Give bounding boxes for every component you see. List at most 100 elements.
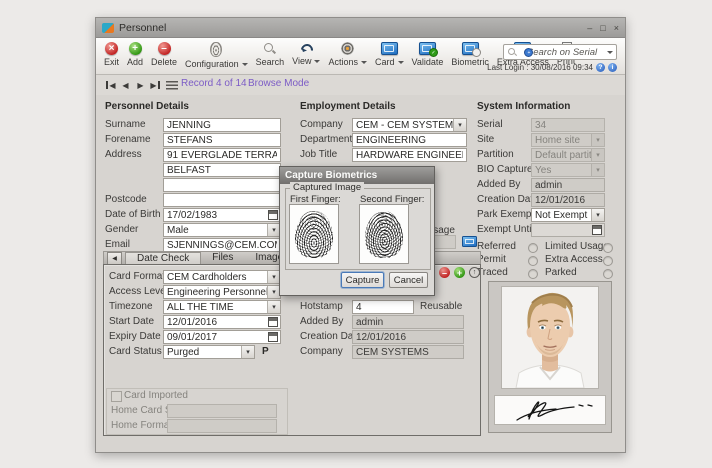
photo-panel (488, 281, 612, 433)
configuration-button[interactable]: Configuration (181, 41, 252, 70)
serial-search-combobox[interactable]: Search on Serial (503, 44, 617, 60)
exempt-until-label: Exempt Until (477, 224, 534, 235)
gender-select[interactable]: Male ▾ (163, 223, 281, 237)
toolbar: × Exit + Add – Delete Configuration Sear… (96, 38, 625, 75)
bio-captured-label: BIO Captured (477, 164, 538, 175)
capture-button[interactable]: Capture (341, 272, 384, 288)
delete-record-icon[interactable]: – (439, 267, 450, 278)
chevron-down-icon: ▾ (241, 346, 254, 358)
surname-input[interactable] (163, 118, 281, 132)
referred-label: Referred (477, 241, 516, 252)
address-line1-input[interactable] (163, 148, 281, 162)
chevron-down-icon: ▾ (267, 301, 280, 313)
chevron-down-icon (361, 61, 367, 67)
close-icon[interactable]: × (614, 23, 619, 33)
record-list-icon[interactable] (166, 81, 178, 90)
card-added-by-label: Added By (300, 316, 343, 327)
first-record-button[interactable]: ◀ (104, 79, 117, 91)
forename-label: Forename (105, 134, 151, 145)
card-format-label: Card Format (109, 271, 165, 282)
postcode-input[interactable] (163, 193, 281, 207)
validate-button[interactable]: ✓ Validate (408, 41, 448, 68)
next-record-button[interactable]: ▶ (134, 79, 147, 91)
date-of-birth-field[interactable]: 17/02/1983 (163, 208, 281, 222)
job-title-label: Job Title (300, 149, 337, 160)
address-line2-input[interactable] (163, 163, 281, 177)
app-icon (102, 23, 114, 33)
start-date-label: Start Date (109, 316, 154, 327)
search-button[interactable]: Search (252, 41, 289, 68)
last-record-button[interactable]: ▶ (149, 79, 162, 91)
record-navigation-bar: ◀ ◀ ▶ ▶ Record 4 of 14 Browse Mode (96, 75, 625, 95)
configuration-label: Configuration (185, 59, 239, 69)
email-label: Email (105, 239, 130, 250)
chevron-down-icon: ▾ (453, 119, 466, 131)
cancel-button[interactable]: Cancel (389, 272, 428, 288)
tab-files[interactable]: Files (201, 252, 244, 264)
expiry-date-field[interactable]: 09/01/2017 (163, 330, 281, 344)
add-button[interactable]: + Add (123, 41, 147, 68)
tab-scroll-left-button[interactable]: ◀ (107, 252, 122, 265)
last-login-text: Last Login : 30/08/2016 09:34 (487, 63, 593, 72)
chevron-down-icon[interactable] (607, 51, 613, 57)
minimize-icon[interactable]: – (587, 23, 592, 33)
exit-icon: × (105, 42, 118, 55)
exempt-until-field[interactable] (531, 223, 605, 237)
tab-date-check[interactable]: Date Check (125, 252, 201, 265)
previous-record-button[interactable]: ◀ (119, 79, 132, 91)
timezone-select[interactable]: ALL THE TIME ▾ (163, 300, 281, 314)
forename-input[interactable] (163, 133, 281, 147)
calendar-icon[interactable] (592, 225, 602, 235)
view-arrow-icon (300, 42, 313, 54)
address-line3-input[interactable] (163, 178, 281, 192)
start-date-field[interactable]: 12/01/2016 (163, 315, 281, 329)
calendar-icon[interactable] (268, 317, 278, 327)
captured-image-legend: Captured Image (290, 182, 364, 193)
access-level-select[interactable]: Engineering Personnel ▾ (163, 285, 281, 299)
delete-button[interactable]: – Delete (147, 41, 181, 68)
permit-radio[interactable] (528, 256, 538, 266)
card-imported-checkbox[interactable] (111, 391, 122, 402)
address-label: Address (105, 149, 142, 160)
card-format-select[interactable]: CEM Cardholders ▾ (163, 270, 281, 284)
actions-label: Actions (328, 57, 358, 67)
reusable-link[interactable]: Reusable (420, 301, 462, 312)
email-input[interactable] (163, 238, 281, 252)
info-icon[interactable]: i (608, 63, 617, 72)
hotstamp-input[interactable] (352, 300, 414, 314)
extra-access-radio[interactable] (603, 256, 613, 266)
card-label: Card (375, 57, 395, 67)
job-title-input[interactable] (352, 148, 467, 162)
referred-radio[interactable] (528, 243, 538, 253)
park-exemption-select[interactable]: Not Exempt ▾ (531, 208, 605, 222)
biometric-card-icon (462, 42, 479, 55)
card-status-select[interactable]: Purged ▾ (163, 345, 255, 359)
site-select: Home site ▾ (531, 133, 605, 147)
biometric-button[interactable]: Biometric (447, 41, 493, 68)
maximize-icon[interactable]: □ (600, 23, 605, 33)
add-record-icon[interactable]: + (454, 267, 465, 278)
department-input[interactable] (352, 133, 467, 147)
card-added-by-input (352, 315, 464, 329)
company-select[interactable]: CEM - CEM SYSTEMS ▾ (352, 118, 467, 132)
card-company-input (352, 345, 464, 359)
parked-radio[interactable] (603, 269, 613, 279)
limited-usage-radio[interactable] (603, 243, 613, 253)
parked-label: Parked (545, 267, 577, 278)
chevron-down-icon: ▾ (591, 134, 604, 146)
card-creation-date-input (352, 330, 464, 344)
card-imported-label: Card Imported (124, 390, 188, 401)
title-bar[interactable]: Personnel – □ × (96, 18, 625, 38)
card-button[interactable]: Card (371, 41, 408, 68)
calendar-icon[interactable] (268, 210, 278, 220)
calendar-icon[interactable] (268, 332, 278, 342)
help-icon[interactable]: ? (596, 63, 605, 72)
traced-radio[interactable] (528, 269, 538, 279)
sys-creation-date-input (531, 193, 605, 207)
exit-button[interactable]: × Exit (100, 41, 123, 68)
upload-record-icon[interactable]: ↑ (469, 267, 480, 278)
actions-button[interactable]: Actions (324, 41, 371, 68)
card-usage-icon[interactable] (462, 236, 477, 247)
home-format-label: Home Format (111, 420, 172, 431)
view-button[interactable]: View (288, 41, 324, 67)
